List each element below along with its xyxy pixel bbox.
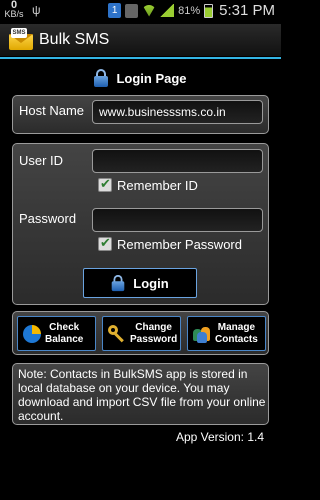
signal-icon — [160, 4, 175, 17]
password-input[interactable] — [92, 208, 263, 232]
user-id-input[interactable] — [92, 149, 263, 173]
login-button[interactable]: Login — [83, 268, 197, 298]
note-panel: Note: Contacts in BulkSMS app is stored … — [12, 363, 269, 425]
lock-icon — [94, 69, 109, 87]
remember-password-checkbox[interactable] — [98, 235, 112, 251]
manage-contacts-button[interactable]: Manage Contacts — [187, 316, 266, 351]
change-password-button[interactable]: Change Password — [102, 316, 181, 351]
wifi-icon — [142, 4, 157, 17]
app-version: App Version: 1.4 — [175, 430, 264, 444]
change-password-label-line2: Password — [130, 333, 178, 345]
remember-id-checkbox[interactable] — [98, 176, 112, 192]
key-icon — [108, 324, 126, 343]
notification-icon — [125, 3, 139, 18]
lock-icon — [111, 274, 125, 292]
check-balance-label-line1: Check — [49, 321, 80, 333]
remember-password-label: Remember Password — [117, 237, 242, 252]
app-title-bar: SMS Bulk SMS — [0, 24, 281, 56]
page-header: Login Page — [0, 66, 281, 90]
check-balance-button[interactable]: Check Balance — [17, 316, 96, 351]
data-rate-unit: KB/s — [4, 9, 24, 19]
battery-percent: 81% — [178, 4, 201, 17]
check-balance-label-line2: Balance — [45, 333, 84, 345]
actions-panel: Check Balance Change Password Manage Con… — [12, 311, 269, 355]
app-logo-icon: SMS — [9, 28, 33, 50]
title-divider — [0, 57, 281, 59]
remember-id-label: Remember ID — [117, 178, 198, 193]
status-time: 5:31 PM — [219, 2, 275, 19]
note-text: Note: Contacts in BulkSMS app is stored … — [18, 367, 266, 423]
manage-contacts-label-line1: Manage — [217, 321, 256, 333]
change-password-label-line1: Change — [135, 321, 172, 333]
data-rate-indicator: 0 KB/s — [4, 0, 24, 19]
page-title: Login Page — [116, 70, 187, 86]
sim-badge-icon: 1 — [108, 3, 122, 18]
status-bar: 0 KB/s ψ 1 81% 5:31 PM — [0, 0, 281, 22]
manage-contacts-label-line2: Contacts — [215, 333, 258, 345]
app-title: Bulk SMS — [39, 31, 110, 48]
battery-icon — [204, 3, 214, 18]
pie-chart-icon — [23, 324, 41, 343]
host-name-input[interactable] — [92, 100, 263, 124]
host-panel: Host Name — [12, 95, 269, 134]
host-name-label: Host Name — [19, 103, 85, 118]
password-label: Password — [19, 211, 77, 226]
login-button-label: Login — [133, 275, 169, 291]
contacts-icon — [193, 325, 211, 343]
usb-icon: ψ — [32, 3, 41, 17]
user-id-label: User ID — [19, 153, 64, 168]
